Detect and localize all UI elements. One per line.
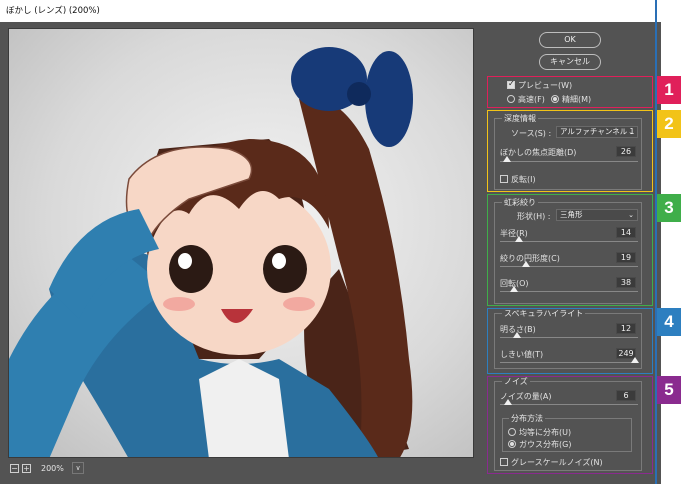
cancel-button[interactable]: キャンセル — [539, 54, 601, 70]
annotation-badge-3: 3 — [657, 194, 681, 222]
annotation-badge-1: 1 — [657, 76, 681, 104]
window-title: ぼかし (レンズ) (200%) — [0, 0, 683, 22]
highlight-box-1 — [487, 76, 653, 108]
preview-illustration — [9, 47, 413, 457]
highlight-box-3 — [487, 194, 653, 306]
ok-button[interactable]: OK — [539, 32, 601, 48]
annotation-badge-4: 4 — [657, 308, 681, 336]
highlight-box-4 — [487, 308, 653, 374]
zoom-dropdown-caret-icon[interactable]: ∨ — [72, 462, 84, 474]
lens-blur-dialog: − + 200% ∨ OK キャンセル プレビュー(W) 高速(F) 精細(M)… — [0, 22, 661, 484]
zoom-bar: − + 200% ∨ — [8, 462, 474, 476]
highlight-box-5 — [487, 376, 653, 474]
window-edge — [655, 0, 657, 484]
zoom-level: 200% — [41, 464, 64, 473]
preview-canvas[interactable] — [8, 28, 474, 458]
annotation-badge-2: 2 — [657, 110, 681, 138]
zoom-in-button[interactable]: + — [22, 464, 31, 473]
annotation-badge-5: 5 — [657, 376, 681, 404]
zoom-out-button[interactable]: − — [10, 464, 19, 473]
highlight-box-2 — [487, 110, 653, 192]
